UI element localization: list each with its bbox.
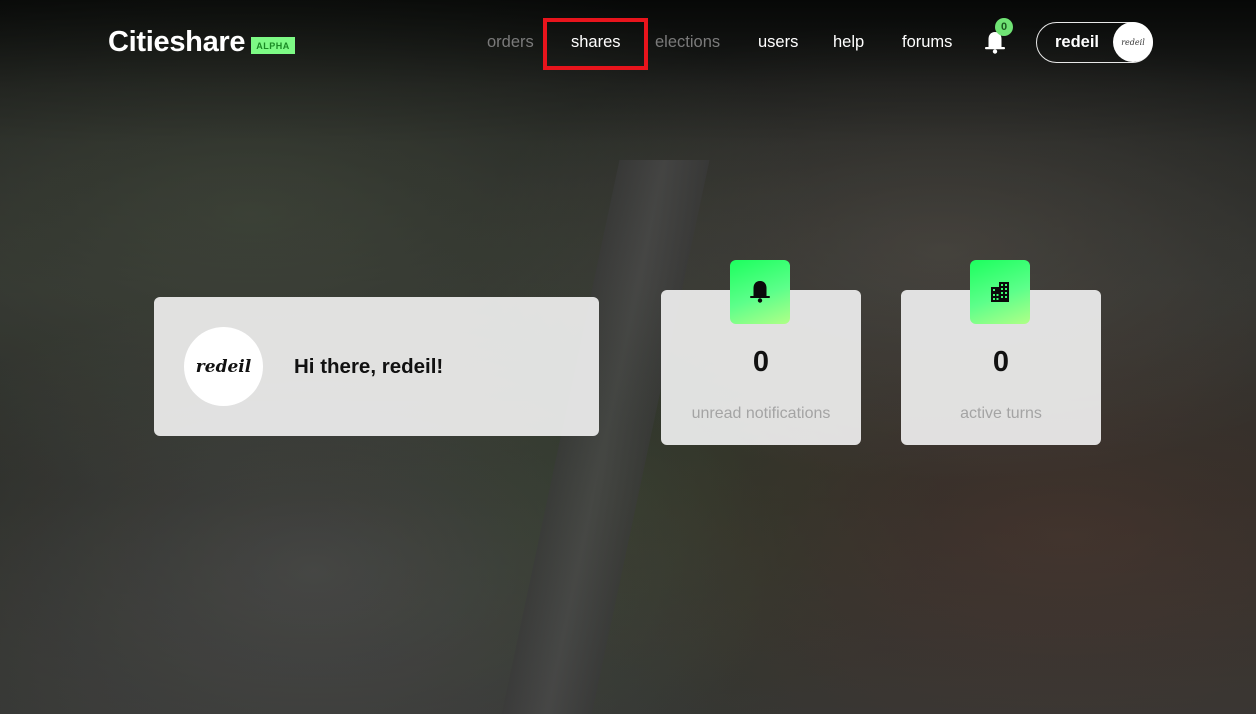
welcome-card: redeil Hi there, redeil! (154, 297, 599, 436)
notifications-stat-icon-tile (730, 260, 790, 324)
unread-notifications-value: 0 (752, 346, 770, 378)
user-menu-button[interactable]: redeil redeil (1036, 22, 1153, 63)
user-avatar: redeil (1113, 22, 1153, 62)
building-icon (991, 282, 1009, 302)
nav-orders[interactable]: orders (487, 33, 534, 52)
nav-users[interactable]: users (758, 33, 798, 52)
nav-elections[interactable]: elections (655, 33, 720, 52)
unread-notifications-label: unread notifications (691, 405, 831, 422)
welcome-avatar: redeil (184, 327, 263, 406)
top-navbar: Citieshare ALPHA orders shares elections… (0, 0, 1256, 86)
alpha-badge: ALPHA (251, 37, 295, 54)
shares-highlight-box (543, 18, 648, 70)
active-turns-value: 0 (992, 346, 1010, 378)
active-turns-label: active turns (960, 405, 1042, 422)
brand-name: Citieshare (108, 26, 246, 58)
active-turns-card[interactable]: 0 active turns (901, 260, 1101, 445)
bell-icon (750, 281, 770, 303)
turns-stat-icon-tile (970, 260, 1030, 324)
user-name: redeil (1055, 33, 1100, 51)
unread-notifications-card[interactable]: 0 unread notifications (661, 260, 861, 445)
nav-help[interactable]: help (833, 33, 864, 52)
notification-count-badge: 0 (995, 18, 1013, 36)
nav-forums[interactable]: forums (902, 33, 952, 52)
welcome-greeting: Hi there, redeil! (294, 355, 444, 378)
brand-logo[interactable]: Citieshare ALPHA (108, 26, 295, 59)
